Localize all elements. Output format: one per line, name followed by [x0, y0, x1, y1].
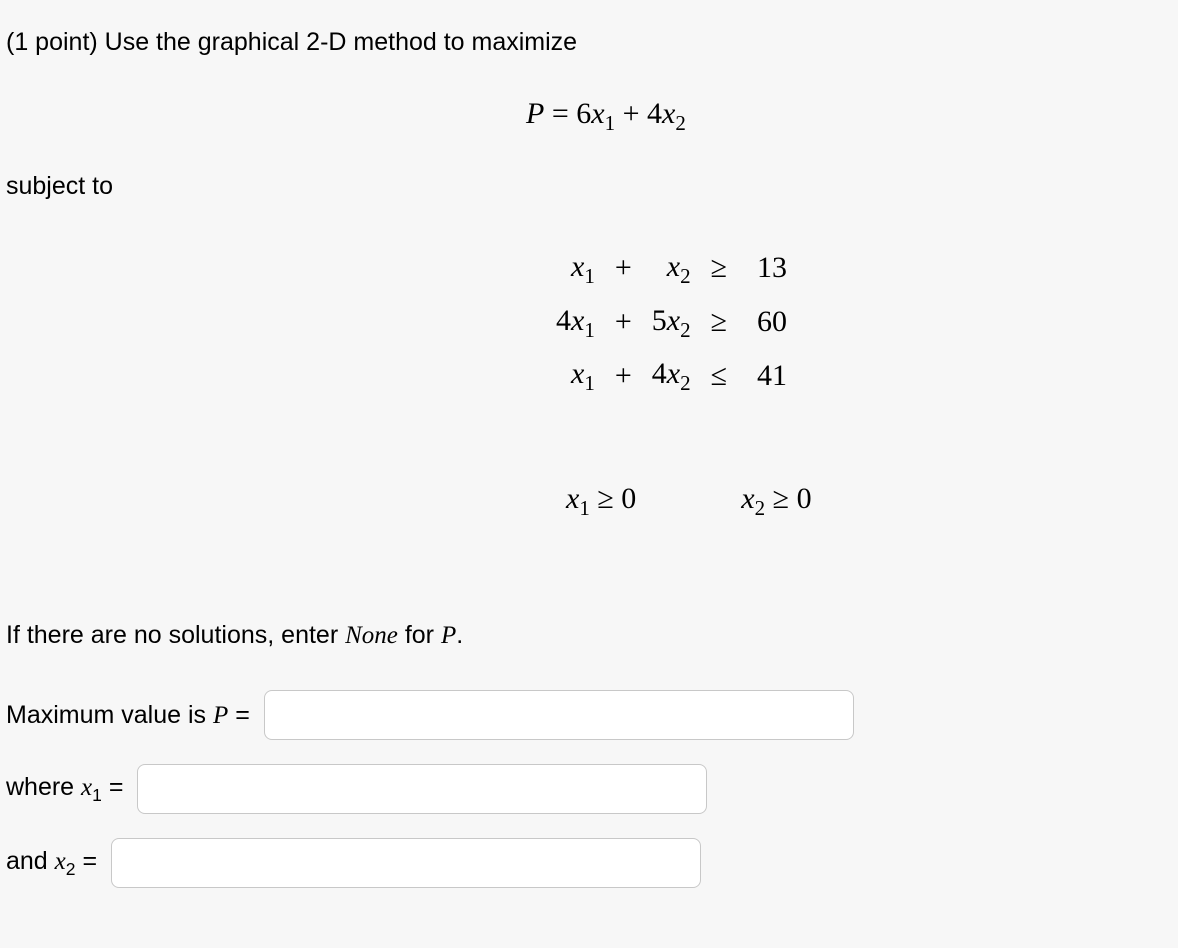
objective-function: P = 6x1 + 4x2	[6, 97, 1172, 136]
max-value-input[interactable]	[264, 690, 854, 740]
max-value-label: Maximum value is P =	[6, 701, 250, 730]
problem-prompt: (1 point) Use the graphical 2-D method t…	[6, 28, 1172, 57]
subject-to-label: subject to	[6, 172, 1172, 201]
x1-label: where x1 =	[6, 773, 123, 806]
x2-input[interactable]	[111, 838, 701, 888]
nonneg-x2: x2 ≥ 0	[741, 482, 811, 515]
constraints-block: x1+x2≥134x1+5x2≥60x1+4x2≤41	[6, 241, 1172, 402]
x2-label: and x2 =	[6, 847, 97, 880]
answer-row-x2: and x2 =	[6, 838, 1172, 888]
problem-page: { "prompt_line": "(1 point) Use the grap…	[0, 0, 1178, 948]
constraint-row: 4x1+5x2≥60	[546, 295, 797, 349]
x1-input[interactable]	[137, 764, 707, 814]
nonnegativity-constraints: x1 ≥ 0 x2 ≥ 0	[6, 482, 1172, 521]
answer-row-p: Maximum value is P =	[6, 690, 1172, 740]
constraints-table: x1+x2≥134x1+5x2≥60x1+4x2≤41	[546, 241, 797, 402]
constraint-row: x1+x2≥13	[546, 241, 797, 295]
none-instruction: If there are no solutions, enter None fo…	[6, 621, 1172, 650]
answer-row-x1: where x1 =	[6, 764, 1172, 814]
constraint-row: x1+4x2≤41	[546, 348, 797, 402]
nonneg-x1: x1 ≥ 0	[566, 482, 636, 515]
